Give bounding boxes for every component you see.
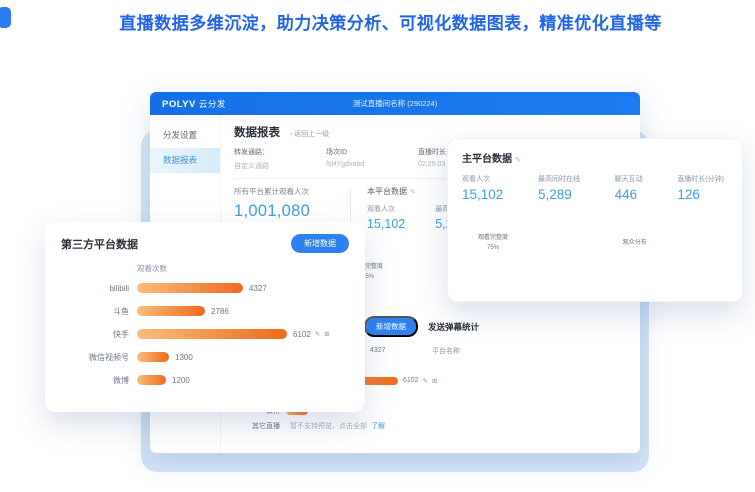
note-link[interactable]: 了解 [371, 421, 385, 431]
axis-label: 观看次数 [137, 263, 349, 274]
bar [137, 375, 166, 385]
bar [137, 306, 205, 316]
marketing-screenshot: 直播数据多维沉淀，助力决策分析、可视化数据图表，精准优化直播等 POLYV云分发… [0, 0, 755, 492]
stat-value: 446 [615, 187, 643, 202]
total-views-stat: 所有平台累计观看人次 1,001,080 [234, 186, 350, 221]
stat: 直播时长(分钟) 126 [677, 174, 724, 202]
column-header: 平台名称 [432, 346, 460, 356]
other-platform-note: 其它直播 暂不支持预览，点击全部 了解 [234, 421, 394, 431]
edit-icon[interactable]: ✎ [410, 189, 416, 196]
add-data-button[interactable]: 新增数据 [364, 316, 418, 337]
stat-label: 最高同时在线 [538, 174, 580, 184]
bar-row: 微博 1200 [61, 375, 349, 385]
stat: 聊天互动 446 [615, 174, 643, 202]
bar-value: 4327 [249, 284, 267, 293]
meta-label: 直播时长 [418, 147, 446, 157]
danmaku-table: 平台名称 [404, 346, 460, 431]
bar-row: 斗鱼 2786 [61, 306, 349, 316]
bar-value: 1300 [175, 353, 193, 362]
donut-center-label: 观众分布 [623, 239, 647, 249]
bar-value: 6102 [293, 330, 311, 339]
brand-name: POLYV [162, 99, 196, 110]
stat: 观看人次 15,102 [462, 174, 503, 202]
meta-label: 场次ID [326, 147, 347, 157]
third-party-data-card: 第三方平台数据 新增数据 观看次数 bilibili 4327 斗鱼 2786 … [45, 222, 365, 412]
stat-label: 观看人次 [367, 204, 405, 214]
meta-item: 转发通路： 自定义通路 [234, 147, 326, 171]
bar [137, 329, 287, 339]
bar-row: 快手 6102 ✎ ⊞ [61, 329, 349, 339]
brand-suffix: 云分发 [199, 99, 226, 109]
stat-value: 5,289 [538, 187, 580, 202]
bar-label: 快手 [61, 329, 129, 340]
stat-label: 所有平台累计观看人次 [234, 186, 350, 197]
back-link[interactable]: ‹ 返回上一级 [290, 129, 329, 139]
chevron-left-icon: ‹ [290, 131, 292, 138]
sidebar-item-distribution-settings[interactable]: 分发设置 [150, 123, 220, 148]
stat-label: 聊天互动 [615, 174, 643, 184]
main-platform-card: 主平台数据✎ 观看人次 15,102 最高同时在线 5,289 聊天互动 446… [447, 138, 743, 302]
danmaku-section-title: 发送弹幕统计 [428, 321, 479, 333]
donut-chart-audience: 观众分布 [604, 213, 666, 275]
donut-center-label: 观看完整度 [478, 234, 508, 244]
stat-value: 1,001,080 [234, 202, 350, 221]
donut-chart-completion: 观看完整度 75% [462, 213, 524, 275]
card-title: 主平台数据✎ [462, 150, 728, 165]
add-record-icon[interactable]: ⊞ [324, 330, 329, 338]
main-platform-stats: 观看人次 15,102 最高同时在线 5,289 聊天互动 446 直播时长(分… [462, 174, 728, 202]
stat-value: 126 [677, 187, 724, 202]
bar-value: 1200 [172, 376, 190, 385]
bar-label: bilibili [61, 284, 129, 293]
note-label: 其它直播 [234, 421, 280, 431]
stat-value: 15,102 [462, 187, 503, 202]
add-data-button[interactable]: 新增数据 [291, 234, 349, 253]
stat: 最高同时在线 5,289 [538, 174, 580, 202]
bar-label: 微信视频号 [61, 352, 129, 363]
bar-row: bilibili 4327 [61, 283, 349, 293]
page-title: 直播数据多维沉淀，助力决策分析、可视化数据图表，精准优化直播等 [0, 9, 755, 34]
bar-row: 微信视频号 1300 [61, 352, 349, 362]
sidebar-item-data-report[interactable]: 数据报表 [150, 148, 220, 173]
meta-value: 自定义通路 [234, 161, 326, 171]
bar [137, 283, 243, 293]
card-title: 第三方平台数据 [61, 236, 138, 252]
stat-label: 直播时长(分钟) [677, 174, 724, 184]
edit-icon[interactable]: ✎ [315, 330, 320, 338]
note-text: 暂不支持预览，点击全部 [290, 421, 367, 431]
report-title: 数据报表 [234, 124, 280, 140]
edit-icon[interactable]: ✎ [515, 157, 521, 164]
bar-value: 2786 [211, 307, 229, 316]
polyv-logo: POLYV云分发 [162, 98, 226, 110]
bar-value: 4327 [370, 347, 386, 354]
stat: 观看人次 15,102 [367, 204, 405, 231]
donut-center-value: 75% [487, 244, 499, 254]
bar-label: 微博 [61, 375, 129, 386]
dashboard-header: POLYV云分发 测试直播间名称 (290224) [150, 92, 640, 115]
stat-label: 观看人次 [462, 174, 503, 184]
bar-label: 斗鱼 [61, 306, 129, 317]
stat-value: 15,102 [367, 217, 405, 231]
meta-value: fsHYgdvabd [326, 161, 418, 168]
bar [137, 352, 169, 362]
meta-item: 场次ID fsHYgdvabd [326, 147, 418, 171]
bar-chart: bilibili 4327 斗鱼 2786 快手 6102 ✎ ⊞ 微信视频号 … [61, 283, 349, 385]
meta-label: 转发通路： [234, 147, 269, 157]
